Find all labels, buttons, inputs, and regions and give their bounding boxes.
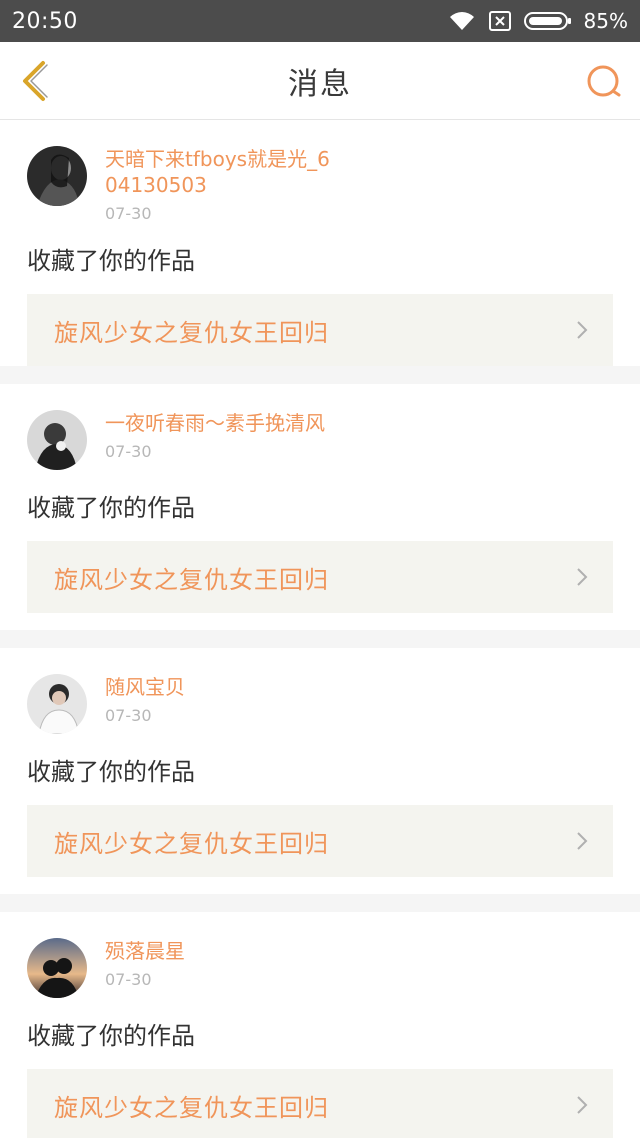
chevron-right-icon: [577, 1096, 588, 1114]
action-text: 收藏了你的作品: [27, 247, 195, 275]
avatar[interactable]: [27, 146, 87, 206]
action-text: 收藏了你的作品: [27, 1022, 195, 1050]
message-date: 07-30: [105, 204, 152, 223]
status-time: 20:50: [12, 8, 78, 34]
message-date: 07-30: [105, 706, 152, 725]
avatar[interactable]: [27, 938, 87, 998]
status-icons: 85%: [448, 9, 628, 33]
wifi-icon: [449, 12, 474, 30]
work-link[interactable]: 旋风少女之复仇女王回归: [27, 805, 613, 877]
back-button[interactable]: [16, 59, 52, 103]
action-text: 收藏了你的作品: [27, 494, 195, 522]
work-link[interactable]: 旋风少女之复仇女王回归: [27, 541, 613, 613]
avatar[interactable]: [27, 410, 87, 470]
chevron-right-icon: [577, 321, 588, 339]
chevron-left-icon: [23, 61, 48, 101]
user-name[interactable]: 殒落晨星: [105, 938, 335, 964]
work-link[interactable]: 旋风少女之复仇女王回归: [27, 1069, 613, 1138]
user-name[interactable]: 一夜听春雨～素手挽清风: [105, 410, 365, 436]
message-item: 随风宝贝 07-30 收藏了你的作品 旋风少女之复仇女王回归: [0, 648, 640, 894]
action-text: 收藏了你的作品: [27, 758, 195, 786]
chevron-right-icon: [577, 568, 588, 586]
search-button[interactable]: [584, 62, 624, 102]
chevron-right-icon: [577, 832, 588, 850]
nav-bar: 消息: [0, 42, 640, 120]
message-item: 一夜听春雨～素手挽清风 07-30 收藏了你的作品 旋风少女之复仇女王回归: [0, 384, 640, 630]
user-name[interactable]: 天暗下来tfboys就是光_604130503: [105, 146, 335, 198]
message-item: 殒落晨星 07-30 收藏了你的作品 旋风少女之复仇女王回归: [0, 912, 640, 1138]
battery-icon: [523, 12, 571, 30]
message-item: 天暗下来tfboys就是光_604130503 07-30 收藏了你的作品 旋风…: [0, 120, 640, 366]
avatar[interactable]: [27, 674, 87, 734]
message-date: 07-30: [105, 970, 152, 989]
work-title: 旋风少女之复仇女王回归: [54, 829, 329, 858]
search-icon: [587, 65, 621, 97]
work-title: 旋风少女之复仇女王回归: [54, 1093, 329, 1122]
page-title: 消息: [288, 66, 352, 102]
no-sim-icon: [488, 11, 511, 31]
message-date: 07-30: [105, 442, 152, 461]
message-list: 天暗下来tfboys就是光_604130503 07-30 收藏了你的作品 旋风…: [0, 120, 640, 1138]
work-title: 旋风少女之复仇女王回归: [54, 318, 329, 347]
work-title: 旋风少女之复仇女王回归: [54, 565, 329, 594]
work-link[interactable]: 旋风少女之复仇女王回归: [27, 294, 613, 366]
user-name[interactable]: 随风宝贝: [105, 674, 335, 700]
status-bar: 20:50 85%: [0, 0, 640, 42]
battery-percent: 85%: [583, 9, 628, 33]
